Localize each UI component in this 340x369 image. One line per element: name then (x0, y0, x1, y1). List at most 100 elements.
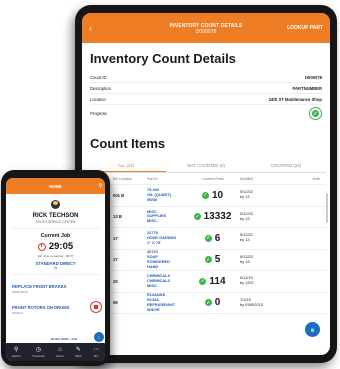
table-row[interactable]: 520CHEMICALSCHEMICALSMISC.✓1145/11/19by … (86, 271, 326, 293)
counted-check-icon: ✓ (199, 277, 207, 285)
part-line: W/DYE (147, 306, 160, 312)
part-id-link[interactable]: 26720 SOAP POWDERED HAND (147, 249, 185, 269)
nav-timeclock[interactable]: ◷ Timeclock (32, 347, 44, 358)
gps-icon[interactable]: ⚲ (98, 183, 102, 189)
tablet-header: ‹ INVENTORY COUNT DETAILS D000078 LOOKUP… (82, 13, 330, 43)
details-heading: Inventory Count Details (90, 51, 236, 66)
user-card: RICK TECHSON SOUTH SERVICE CENTER (6, 194, 105, 224)
lookup-part-button[interactable]: LOOKUP PART (287, 25, 323, 31)
current-job-label: Current Job (40, 233, 71, 239)
table-row[interactable]: 0001 B75-000OIL (QUART)5W30✓105/12/22by … (86, 185, 326, 207)
progress-label: Progress (90, 111, 107, 116)
part-id-link[interactable]: 22778 HOSE GARDEN 1" X 75' (147, 230, 185, 245)
table-row[interactable]: 113 BMISCSUPPLIESMISC.✓133325/12/22by 13 (86, 207, 326, 228)
marketing-composite: ‹ INVENTORY COUNT DETAILS D000078 LOOKUP… (0, 0, 340, 369)
progress-complete-icon: ✓ (309, 107, 322, 120)
chevron-left-icon[interactable]: ‹ (89, 23, 101, 33)
tab-not-counted[interactable]: NOT COUNTED (0) (166, 159, 246, 172)
timeclock-icon: ◷ (35, 346, 42, 353)
timer-value: 29:05 (48, 241, 74, 252)
detail-row: Location 24th ST Maintenance Shop (90, 94, 322, 105)
part-line: MISC. (147, 218, 158, 224)
more-tasks-label[interactable]: BASIC WOR...JAB (51, 337, 77, 341)
phone-device: HOME ⚲ RICK TECHSON SOUTH SERVICE CENTER… (1, 170, 110, 366)
tab-counted[interactable]: COUNTED (22) (246, 159, 326, 172)
col-part-id: Part ID (147, 176, 158, 181)
bin-location: 001 B (113, 192, 125, 198)
home-icon: ⌂ (58, 346, 62, 353)
user-location: SOUTH SERVICE CENTER (35, 220, 76, 224)
detail-value: 24th ST Maintenance Shop (268, 96, 322, 102)
bin-location: 20 (113, 278, 118, 284)
tablet-device: ‹ INVENTORY COUNT DETAILS D000078 LOOKUP… (75, 5, 337, 363)
table-row[interactable]: 659R134AWSR134AREFRIGERANTW/DYE✓07/1/15b… (86, 292, 326, 314)
task-sub: W018-0 (12, 311, 23, 315)
modified-line: by E0000215 (240, 301, 263, 307)
counted-value[interactable]: 13332 (204, 211, 232, 222)
more-icon: ⋯ (93, 346, 100, 353)
bin-location: 59 (113, 300, 118, 306)
counted-value[interactable]: 10 (212, 190, 223, 201)
divider (12, 228, 99, 229)
part-id-link[interactable]: CHEMICALS CHEMICALS MISC. (147, 273, 185, 288)
bin-location: 13 B (113, 214, 122, 220)
part-line: MISC. (147, 282, 158, 288)
col-note: Note (312, 176, 320, 181)
detail-label: Count ID (90, 74, 107, 80)
nav-search[interactable]: ⚲ Search (12, 347, 21, 358)
nav-home[interactable]: ⌂ Home (56, 347, 63, 358)
tablet-screen: ‹ INVENTORY COUNT DETAILS D000078 LOOKUP… (82, 13, 330, 355)
barcode-scan-button[interactable]: ||| (305, 322, 320, 337)
counted-check-icon: ✓ (204, 299, 212, 307)
part-id-link[interactable]: MISC SUPPLIES MISC. (147, 209, 185, 224)
info-icon[interactable]: i (94, 332, 104, 342)
phone-screen: HOME ⚲ RICK TECHSON SOUTH SERVICE CENTER… (6, 178, 105, 361)
task-title: REPLACE FRONT BRAKES (12, 284, 67, 289)
modified-line: by 13 (240, 215, 250, 221)
modified-cell: 5/11/19 by 1207 (240, 276, 280, 286)
detail-value: PARTNUMBER (292, 85, 322, 91)
part-id-link[interactable]: 75-000 OIL (QUART) 5W30 (147, 187, 185, 202)
part-id-link[interactable]: R134AWS R134A REFRIGERANT W/DYE (147, 292, 185, 312)
nav-more[interactable]: ⋯ Mor (93, 347, 99, 358)
time-estimate: Est. time remaining : 00:57 (37, 254, 74, 258)
part-line: HAND (147, 263, 159, 269)
modified-cell: 5/12/22 by 13 (240, 211, 280, 222)
counted-value[interactable]: 0 (215, 297, 221, 308)
modified-cell: 5/12/22 by 13 (240, 233, 280, 243)
task-item[interactable]: FRONT ROTORS ON DRUMS W018-0 (6, 294, 105, 315)
counted-value[interactable]: 6 (215, 233, 221, 244)
clock-icon (37, 242, 46, 251)
modified-cell: 5/12/22 by 13 (240, 254, 280, 265)
modified-cell: 7/1/15 by E0000215 (240, 297, 280, 308)
current-job[interactable]: Current Job 29:05 Est. time remaining : … (6, 233, 105, 270)
table-row[interactable]: ?1726720SOAPPOWDEREDHAND✓55/12/22by 13 (86, 249, 326, 271)
counted-value[interactable]: 5 (215, 254, 221, 265)
counted-check-icon: ✓ (201, 191, 209, 199)
search-icon: ⚲ (14, 346, 19, 353)
table-header: Bin Sec Bin Location Part ID Counted Par… (86, 173, 326, 185)
phone-header: HOME ⚲ (6, 178, 105, 194)
bin-location: 17 (113, 257, 118, 263)
modified-line: by 1207 (240, 280, 254, 286)
col-counted-parts: Counted Parts (201, 176, 224, 181)
task-title: FRONT ROTORS ON DRUMS (12, 305, 70, 310)
nav-work[interactable]: ✎ Work (75, 347, 81, 358)
task-item[interactable]: REPLACE FRONT BRAKES W018-0000 (6, 279, 105, 294)
modified-cell: 5/12/22 by 13 (240, 190, 280, 200)
table-row[interactable]: ?1722778HOSE GARDEN1" X 75'✓65/12/22by 1… (86, 228, 326, 250)
detail-label: Location (90, 96, 106, 102)
part-line: 1" X 75' (147, 239, 162, 245)
col-bin-location: Bin Location (113, 176, 133, 181)
bottom-nav: ⚲ Search ◷ Timeclock ⌂ Home ✎ Work ⋯ Mor (6, 343, 105, 361)
counted-value[interactable]: 114 (209, 276, 225, 287)
count-tabs: ALL (22) NOT COUNTED (0) COUNTED (22) (86, 159, 326, 173)
counted-check-icon: ✓ (193, 213, 201, 221)
divider (12, 274, 99, 275)
user-name: RICK TECHSON (32, 213, 79, 219)
counted-check-icon: ✓ (204, 256, 212, 264)
count-table-body: 0001 B75-000OIL (QUART)5W30✓105/12/22by … (82, 185, 330, 314)
stop-timer-button[interactable] (90, 301, 102, 313)
counted-check-icon: ✓ (204, 234, 212, 242)
scrollbar[interactable] (326, 193, 328, 223)
